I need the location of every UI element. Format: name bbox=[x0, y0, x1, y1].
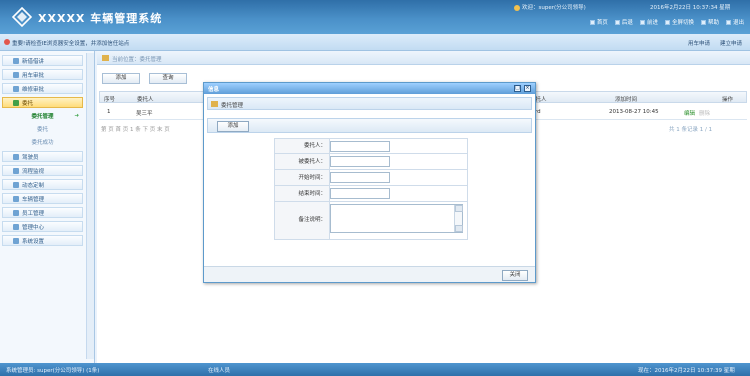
logout-icon bbox=[725, 19, 731, 25]
footer-time: 现在：2016年2月22日 10:37:39 星期 bbox=[638, 368, 735, 374]
maximize-icon[interactable]: □ bbox=[514, 85, 521, 92]
form-row-trustee: 被委托人： bbox=[275, 154, 467, 170]
person-icon bbox=[13, 153, 19, 160]
link-create-request[interactable]: 建立申请 bbox=[720, 39, 742, 47]
folder-icon bbox=[211, 101, 218, 107]
check-icon bbox=[13, 99, 19, 106]
gear-icon bbox=[13, 237, 19, 244]
add-button[interactable]: 添加 bbox=[102, 73, 140, 84]
sidebar-item-delegate[interactable]: 委托 bbox=[2, 97, 83, 108]
nav-logout[interactable]: 退出 bbox=[725, 18, 744, 26]
pager-summary: 共 1 条记录 1 / 1 bbox=[669, 127, 713, 133]
start-time-input[interactable] bbox=[330, 172, 390, 183]
sidebar-scrollbar[interactable] bbox=[86, 53, 94, 359]
notice-bar: 重要!请检查IE浏览器安全设置，并添加信任站点 用车申请 建立申请 bbox=[0, 34, 750, 51]
form-row-end-time: 结束时间： bbox=[275, 186, 467, 202]
end-time-input[interactable] bbox=[330, 188, 390, 199]
arrow-right-icon: ➜ bbox=[74, 113, 79, 119]
remark-scrollbar[interactable] bbox=[454, 205, 463, 232]
car-icon bbox=[13, 195, 19, 202]
col-actions: 操作 bbox=[722, 97, 734, 103]
sidebar-item-car-approval[interactable]: 用车审批 bbox=[2, 69, 83, 80]
sidebar-item-staff[interactable]: 员工管理 bbox=[2, 207, 83, 218]
globe-icon bbox=[13, 223, 19, 230]
delegate-form: 委托人： 被委托人： 开始时间： 结束时间： 备注说明： bbox=[274, 138, 468, 240]
nav-home[interactable]: 首页 bbox=[589, 18, 608, 26]
sidebar-sub-delegate-manage[interactable]: 委托管理 ➜ bbox=[2, 112, 83, 122]
app-header: XXXXX 车辆管理系统 欢迎：super(分公司领导) 2016年2月22日 … bbox=[0, 0, 750, 34]
warning-icon bbox=[4, 39, 10, 45]
remark-textarea[interactable] bbox=[330, 204, 463, 233]
sidebar-item-admin-center[interactable]: 管理中心 bbox=[2, 221, 83, 232]
scroll-up-icon[interactable] bbox=[455, 205, 463, 212]
nav-forward[interactable]: 前进 bbox=[639, 18, 658, 26]
dialog-footer: 关闭 bbox=[204, 266, 535, 282]
footer-user: 系统管理员: super(分公司领导) (1条) bbox=[6, 368, 100, 374]
dialog-add-button[interactable]: 添加 bbox=[217, 121, 249, 132]
help-icon bbox=[700, 19, 706, 25]
col-no: 序号 bbox=[104, 97, 116, 103]
user-icon bbox=[514, 4, 520, 11]
people-icon bbox=[13, 209, 19, 216]
app-title: XXXXX 车辆管理系统 bbox=[38, 12, 163, 25]
sidebar-item-vehicles[interactable]: 车辆管理 bbox=[2, 193, 83, 204]
notice-links: 用车申请 建立申请 bbox=[688, 39, 742, 47]
sidebar: 新借借讲 用车审批 维修审批 委托 委托管理 ➜ 委托 委托成功 驾驶员 流程监视… bbox=[0, 51, 95, 363]
sidebar-item-monitor[interactable]: 流程监视 bbox=[2, 165, 83, 176]
dialog-toolbar: 添加 bbox=[207, 118, 532, 133]
sidebar-sub-delegate[interactable]: 委托 bbox=[2, 125, 83, 135]
back-icon bbox=[614, 19, 620, 25]
folder-icon bbox=[102, 55, 109, 61]
car-icon bbox=[13, 71, 19, 78]
notice-text[interactable]: 重要!请检查IE浏览器安全设置，并添加信任站点 bbox=[12, 39, 129, 47]
document-icon bbox=[13, 57, 19, 64]
dialog-breadcrumb: 委托管理 bbox=[207, 97, 532, 110]
sidebar-item-drivers[interactable]: 驾驶员 bbox=[2, 151, 83, 162]
col-added: 添加时间 bbox=[615, 97, 638, 103]
footer-online[interactable]: 在线人员 bbox=[208, 366, 230, 374]
delegator-input[interactable] bbox=[330, 141, 390, 152]
nav-back[interactable]: 后退 bbox=[614, 18, 633, 26]
header-datetime: 2016年2月22日 10:37:34 星期 bbox=[650, 5, 731, 11]
delete-link[interactable]: 删除 bbox=[699, 109, 710, 117]
wrench-icon bbox=[13, 85, 19, 92]
delegate-dialog: 信息 □ × 委托管理 添加 委托人： 被委托人： 开始时间： 结束时间： 备注… bbox=[203, 82, 536, 283]
edit-link[interactable]: 编辑 bbox=[684, 109, 695, 117]
nav-help[interactable]: 帮助 bbox=[700, 18, 719, 26]
top-nav: 首页 后退 前进 全屏切换 帮助 退出 bbox=[589, 18, 744, 26]
search-button[interactable]: 查询 bbox=[149, 73, 187, 84]
forward-icon bbox=[639, 19, 645, 25]
fullscreen-icon bbox=[664, 19, 670, 25]
logo-icon bbox=[12, 7, 32, 27]
pager[interactable]: 第 页 首 页 1 条 下 页 末 页 bbox=[101, 125, 170, 133]
close-icon[interactable]: × bbox=[524, 85, 531, 92]
sidebar-item-repair-approval[interactable]: 维修审批 bbox=[2, 83, 83, 94]
dialog-titlebar[interactable]: 信息 □ × bbox=[204, 83, 535, 94]
form-row-remark: 备注说明： bbox=[275, 202, 467, 239]
status-bar: 系统管理员: super(分公司领导) (1条) 在线人员 现在：2016年2月… bbox=[0, 363, 750, 376]
nav-fullscreen[interactable]: 全屏切换 bbox=[664, 18, 694, 26]
chart-icon bbox=[13, 167, 19, 174]
breadcrumb: 当前位置：委托管理 bbox=[97, 51, 750, 65]
grid-icon bbox=[13, 181, 19, 188]
link-car-request[interactable]: 用车申请 bbox=[688, 39, 710, 47]
scroll-down-icon[interactable] bbox=[455, 225, 463, 232]
sidebar-sub-delegate-success[interactable]: 委托成功 bbox=[2, 138, 83, 148]
user-info: 欢迎：super(分公司领导) bbox=[514, 3, 586, 11]
form-row-delegator: 委托人： bbox=[275, 139, 467, 154]
dialog-close-button[interactable]: 关闭 bbox=[502, 270, 528, 281]
form-row-start-time: 开始时间： bbox=[275, 170, 467, 186]
home-icon bbox=[589, 19, 595, 25]
sidebar-item-news[interactable]: 新借借讲 bbox=[2, 55, 83, 66]
sidebar-item-custom[interactable]: 动态定制 bbox=[2, 179, 83, 190]
col-delegator: 委托人 bbox=[137, 97, 154, 103]
trustee-input[interactable] bbox=[330, 156, 390, 167]
sidebar-item-settings[interactable]: 系统设置 bbox=[2, 235, 83, 246]
